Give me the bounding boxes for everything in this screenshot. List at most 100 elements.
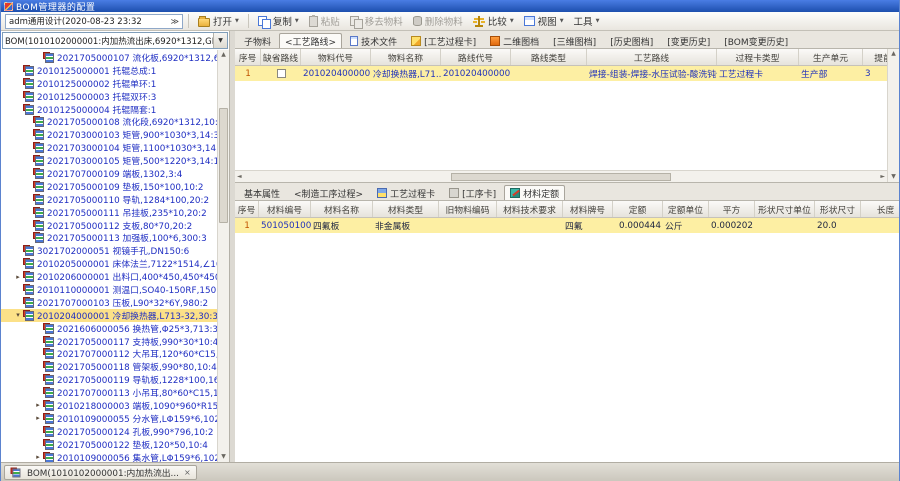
tree-item[interactable]: 2021705000117 支持板,990*30*10:4: [1, 335, 217, 348]
material-table-column-header[interactable]: 序号: [235, 201, 259, 217]
tree-item[interactable]: 3021702000051 视镜手孔,DN150:6: [1, 244, 217, 257]
tree-item[interactable]: 2010125000004 托辊隔套:1: [1, 103, 217, 116]
material-table-column-header[interactable]: 材料编号: [259, 201, 311, 217]
tree-item[interactable]: 2021705000113 加强板,100*6,300:3: [1, 231, 217, 244]
tree-vertical-scrollbar[interactable]: ▲ ▼: [217, 50, 229, 462]
collapsed-arrow-icon[interactable]: ▸: [33, 451, 43, 462]
tab-3d-drawings[interactable]: [三维图档]: [547, 33, 602, 48]
tree-item[interactable]: 2021705000110 导轨,1284*100,20:2: [1, 193, 217, 206]
route-table-column-header[interactable]: 过程卡类型: [717, 49, 799, 65]
route-table-column-header[interactable]: 缺省路线: [261, 49, 301, 65]
tab-2d-drawings[interactable]: 二维图档: [484, 33, 545, 48]
remove-material-button[interactable]: 移去物料: [346, 13, 407, 29]
tab-history-drawings[interactable]: [历史图档]: [604, 33, 659, 48]
scroll-up-icon[interactable]: ▲: [218, 50, 229, 60]
tree-item[interactable]: 2021705000108 流化段,6920*1312,10:1: [1, 115, 217, 128]
open-document-tab[interactable]: BOM(1010102000001:内加热流出... ×: [4, 465, 197, 480]
default-route-checkbox[interactable]: [277, 69, 286, 78]
combo-dropdown-button[interactable]: ▼: [213, 33, 227, 48]
scroll-down-icon[interactable]: ▼: [888, 172, 899, 182]
material-table-column-header[interactable]: 材料技术要求: [497, 201, 563, 217]
scroll-left-icon[interactable]: ◄: [237, 173, 242, 180]
tab-operation-card[interactable]: [工序卡]: [443, 185, 502, 200]
session-selector[interactable]: adm通用设计(2020-08-23 23:32 ≫: [5, 14, 183, 29]
tree-item[interactable]: ▸2010206000001 出料口,400*450,450*450:1: [1, 270, 217, 283]
tree-item[interactable]: 2010110000001 测温口,SO40-150RF,150:4: [1, 283, 217, 296]
route-table-column-header[interactable]: 物料代号: [301, 49, 371, 65]
paste-button[interactable]: 粘贴: [305, 13, 344, 29]
material-table-column-header[interactable]: 定额单位: [663, 201, 709, 217]
material-table-row[interactable]: 1501050100...四氟板非金属板四氟0.000444公斤0.000202…: [235, 218, 899, 233]
material-table-column-header[interactable]: 长度: [861, 201, 899, 217]
compare-button[interactable]: 比较 ▼: [469, 13, 518, 29]
material-table-column-header[interactable]: 形状尺寸: [815, 201, 861, 217]
route-table-row[interactable]: 12010204000001冷却换热器,L71...201020400000..…: [235, 66, 887, 81]
tab-mfg-process[interactable]: <制造工序过程>: [288, 185, 369, 200]
tab-bom-change-history[interactable]: [BOM变更历史]: [718, 33, 794, 48]
collapsed-arrow-icon[interactable]: ▸: [33, 412, 43, 424]
tree-item[interactable]: 2010125000001 托辊总成:1: [1, 64, 217, 77]
tab-process-card-lower[interactable]: 工艺过程卡: [371, 185, 441, 200]
tree-item[interactable]: 2021705000124 孔板,990*796,10:2: [1, 425, 217, 438]
material-table-column-header[interactable]: 形状尺寸单位: [755, 201, 815, 217]
expanded-arrow-icon[interactable]: ▾: [13, 309, 23, 321]
material-table-column-header[interactable]: 定额: [613, 201, 663, 217]
copy-button[interactable]: 复制 ▼: [254, 13, 303, 29]
route-vertical-scrollbar[interactable]: ▲ ▼: [887, 49, 899, 182]
material-table-column-header[interactable]: 平方: [709, 201, 755, 217]
delete-material-button[interactable]: 删除物料: [409, 13, 467, 29]
tree-item[interactable]: 2021703000104 矩管,1100*1030*3,14:2: [1, 141, 217, 154]
tree-item[interactable]: 2021705000111 吊挂板,235*10,20:2: [1, 206, 217, 219]
tree-item[interactable]: 2021707000103 压板,L90*32*6Y,980:2: [1, 296, 217, 309]
material-table-column-header[interactable]: 旧物料编码: [439, 201, 497, 217]
tree-item[interactable]: 2021705000109 垫板,150*100,10:2: [1, 180, 217, 193]
route-table-column-header[interactable]: 工艺路线: [587, 49, 717, 65]
tree-item[interactable]: 2021705000122 垫板,120*50,10:4: [1, 438, 217, 451]
tree-item[interactable]: 2021707000112 大吊耳,120*60*C15,10:2: [1, 347, 217, 360]
tree-item[interactable]: 2021707000113 小吊耳,80*60*C15,10:2: [1, 386, 217, 399]
tab-sub-materials[interactable]: 子物料: [238, 33, 277, 48]
tab-material-quota[interactable]: 材料定额: [504, 185, 565, 200]
scroll-right-icon[interactable]: ►: [880, 173, 885, 180]
tree-item[interactable]: ▾2010204000001 冷却换热器,L713-32,30:3: [1, 309, 217, 322]
tab-change-history[interactable]: [变更历史]: [661, 33, 716, 48]
material-table-column-header[interactable]: 材料牌号: [563, 201, 613, 217]
tab-process-route[interactable]: <工艺路线>: [279, 33, 342, 48]
route-table-column-header[interactable]: 路线类型: [511, 49, 587, 65]
tree-item[interactable]: 2021606000056 换热管,Φ25*3,713:32: [1, 322, 217, 335]
collapsed-arrow-icon[interactable]: ▸: [33, 399, 43, 411]
scroll-up-icon[interactable]: ▲: [888, 49, 899, 59]
tree-item[interactable]: 2021703000103 矩管,900*1030*3,14:3: [1, 128, 217, 141]
view-button[interactable]: 视图 ▼: [520, 13, 568, 29]
collapsed-arrow-icon[interactable]: ▸: [13, 271, 23, 283]
scrollbar-thumb[interactable]: [451, 173, 671, 181]
tree-item[interactable]: 2021707000109 端板,1302,3:4: [1, 167, 217, 180]
tree-item[interactable]: 2021705000107 流化板,6920*1312,6:1: [1, 51, 217, 64]
tab-tech-files[interactable]: 技术文件: [344, 33, 403, 48]
tree-item[interactable]: 2021705000118 管架板,990*80,10:4: [1, 360, 217, 373]
open-button[interactable]: 打开 ▼: [194, 13, 243, 29]
close-icon[interactable]: ×: [184, 468, 191, 477]
tree-item[interactable]: 2021705000112 支板,80*70,20:2: [1, 219, 217, 232]
route-horizontal-scrollbar[interactable]: ◄ ►: [235, 170, 887, 182]
route-table-column-header[interactable]: 物料名称: [371, 49, 441, 65]
tree-item[interactable]: 2021703000105 矩管,500*1220*3,14:1: [1, 154, 217, 167]
tab-process-card[interactable]: [工艺过程卡]: [405, 33, 482, 48]
tree-item[interactable]: 2010125000002 托辊单环:1: [1, 77, 217, 90]
route-table-column-header[interactable]: 生产单元: [799, 49, 863, 65]
route-table-column-header[interactable]: 路线代号: [441, 49, 511, 65]
material-table-column-header[interactable]: 材料类型: [373, 201, 439, 217]
bom-selector-combobox[interactable]: BOM(1010102000001:内加热流出床,6920*1312,GLWN9…: [2, 32, 228, 49]
tree-item[interactable]: 2021705000119 导轨板,1228*100,16:2: [1, 373, 217, 386]
tab-basic-props[interactable]: 基本属性: [238, 185, 286, 200]
tree-item[interactable]: 2010205000001 床体法兰,7122*1514,∠100:1: [1, 257, 217, 270]
tools-button[interactable]: 工具 ▼: [570, 13, 604, 29]
tree-item[interactable]: 2010125000003 托辊双环:3: [1, 90, 217, 103]
route-table-column-header[interactable]: 提前期: [863, 49, 887, 65]
tree-item[interactable]: ▸2010109000055 分水管,LΦ159*6,1020:1: [1, 412, 217, 425]
material-table-column-header[interactable]: 材料名称: [311, 201, 373, 217]
scrollbar-thumb[interactable]: [219, 108, 228, 223]
route-table-column-header[interactable]: 序号: [235, 49, 261, 65]
tree-item[interactable]: ▸2010218000003 端板,1090*960*R15,12:1: [1, 399, 217, 412]
tree-item[interactable]: ▸2010109000056 集水管,LΦ159*6,1020:1: [1, 451, 217, 462]
